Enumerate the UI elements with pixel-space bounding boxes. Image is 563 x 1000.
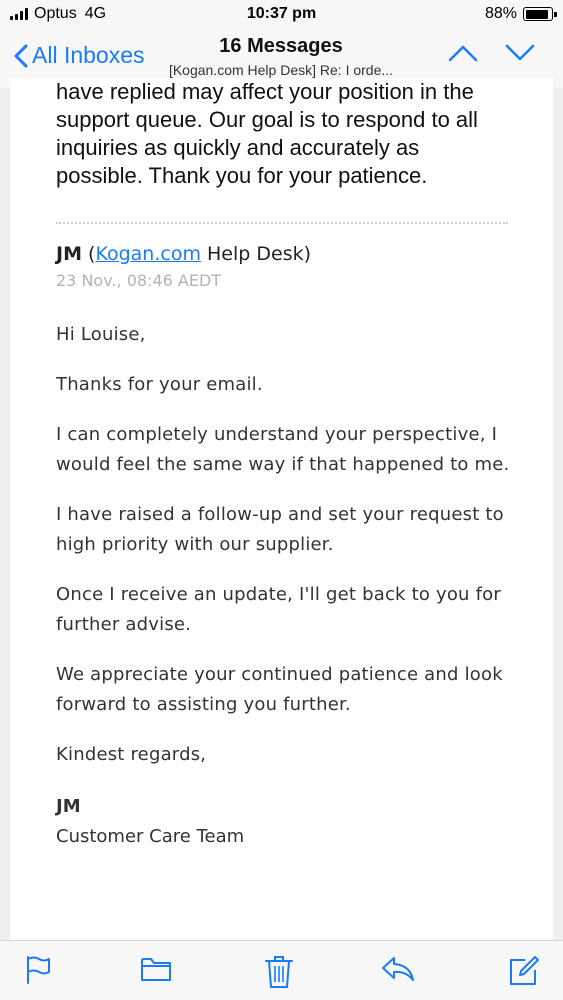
message-body: JM (Kogan.com Help Desk) 23 Nov., 08:46 …: [56, 243, 516, 852]
trash-icon: [265, 956, 293, 988]
message-date: 23 Nov., 08:46 AEDT: [56, 271, 222, 290]
body-paragraph: I can completely understand your perspec…: [56, 424, 510, 475]
back-label: All Inboxes: [32, 42, 145, 68]
battery-fill: [525, 9, 548, 19]
body-paragraph: Once I receive an update, I'll get back …: [56, 584, 501, 635]
previous-line: possible. Thank you for your patience.: [56, 163, 428, 188]
message-card: have replied may affect your position in…: [10, 78, 553, 940]
chevron-up-icon: [448, 45, 478, 62]
reply-icon: [382, 957, 414, 981]
folder-icon: [141, 958, 171, 981]
compose-button[interactable]: [508, 955, 540, 992]
delete-button[interactable]: [264, 955, 294, 994]
status-bar: Optus 4G 10:37 pm 88%: [0, 0, 563, 30]
flag-button[interactable]: [24, 955, 52, 990]
compose-icon: [510, 956, 539, 985]
sender-initials: JM: [56, 243, 82, 265]
sender-desk: Help Desk): [207, 243, 312, 265]
previous-line: have replied may affect your position in…: [56, 79, 474, 104]
greeting: Hi Louise,: [56, 324, 146, 345]
battery-icon: [523, 7, 557, 21]
body-paragraph: I have raised a follow-up and set your r…: [56, 504, 504, 555]
previous-message-text: have replied may affect your position in…: [56, 78, 526, 190]
signature-team: Customer Care Team: [56, 826, 245, 847]
body-paragraph: Thanks for your email.: [56, 374, 263, 395]
message-count-title: 16 Messages: [219, 35, 343, 57]
previous-message-button[interactable]: [448, 44, 478, 67]
flag-icon: [27, 956, 50, 984]
battery-percent: 88%: [484, 5, 517, 22]
body-paragraph: We appreciate your continued patience an…: [56, 664, 503, 715]
battery-group: 88%: [484, 5, 557, 23]
thread-subject: [Kogan.com Help Desk] Re: I orde...: [168, 62, 394, 78]
clock: 10:37 pm: [246, 5, 317, 22]
bottom-toolbar: [0, 940, 563, 1000]
chevron-left-icon: [14, 44, 28, 67]
previous-line: inquiries as quickly and accurately as: [56, 135, 420, 160]
previous-line: support queue. Our goal is to respond to…: [56, 107, 478, 132]
message-divider: [56, 222, 508, 224]
signature-name: JM: [56, 796, 81, 817]
sender-domain-link[interactable]: Kogan.com: [95, 243, 201, 265]
next-message-button[interactable]: [505, 44, 535, 67]
reply-button[interactable]: [380, 955, 416, 988]
back-button[interactable]: All Inboxes: [14, 42, 145, 69]
move-to-folder-button[interactable]: [140, 955, 172, 988]
chevron-down-icon: [505, 44, 535, 61]
sign-off: Kindest regards,: [56, 744, 207, 765]
sender-line: JM (Kogan.com Help Desk): [56, 243, 516, 265]
